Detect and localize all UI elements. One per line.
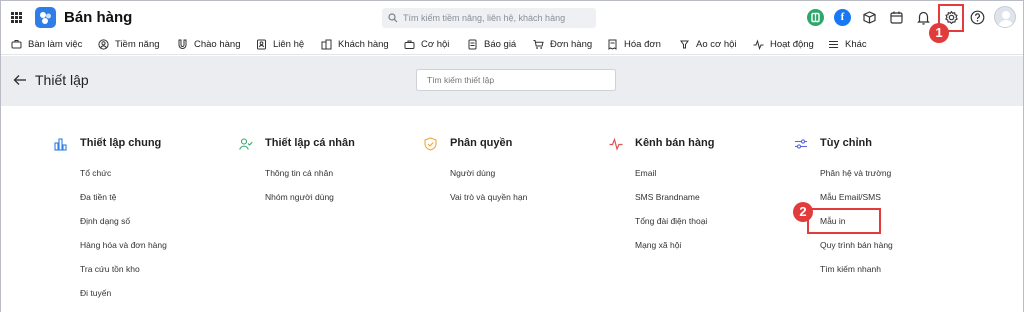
activity-icon — [753, 39, 764, 50]
settings-link[interactable]: Tra cứu tồn kho — [80, 264, 140, 274]
nav-item-activities[interactable]: Hoạt động — [753, 37, 814, 52]
nav-label: Hóa đơn — [624, 39, 661, 50]
settings-link[interactable]: Vai trò và quyền hạn — [450, 192, 527, 202]
avatar[interactable] — [994, 6, 1016, 28]
settings-link[interactable]: Hàng hóa và đơn hàng — [80, 240, 167, 250]
facebook-icon[interactable]: f — [834, 9, 851, 26]
app-window: Bán hàng Tìm kiếm tiềm năng, liên hệ, kh… — [0, 0, 1024, 312]
nav-label: Hoạt động — [770, 39, 814, 50]
settings-link[interactable]: Quy trình bán hàng — [820, 240, 893, 250]
contact-icon — [257, 39, 266, 50]
group-title: Thiết lập cá nhân — [265, 137, 355, 149]
settings-link[interactable]: Đi tuyến — [80, 288, 111, 298]
settings-search-input[interactable] — [416, 69, 616, 91]
magnet-icon — [178, 39, 187, 49]
nav-item-offers[interactable]: Chào hàng — [177, 37, 240, 52]
green-app-icon[interactable] — [807, 9, 824, 26]
settings-link[interactable]: Tổ chức — [80, 168, 111, 178]
nav-item-invoices[interactable]: Hóa đơn — [607, 37, 661, 52]
settings-link[interactable]: Nhóm người dùng — [265, 192, 334, 202]
app-logo — [35, 7, 56, 28]
nav-item-orders[interactable]: Đơn hàng — [533, 37, 592, 52]
nav-label: Báo giá — [484, 39, 517, 50]
nav-label: Chào hàng — [194, 39, 241, 50]
settings-link[interactable]: Email — [635, 168, 656, 178]
settings-link[interactable]: Người dùng — [450, 168, 495, 178]
page-title: Thiết lập — [35, 72, 89, 88]
settings-link[interactable]: Định dạng số — [80, 216, 130, 226]
nav-item-opportunity-pool[interactable]: Ao cơ hội — [679, 37, 737, 52]
pulse-icon — [609, 137, 623, 151]
nav-label: Ao cơ hội — [696, 39, 737, 50]
shield-icon — [424, 137, 437, 151]
group-title: Kênh bán hàng — [635, 137, 715, 149]
module-nav: Bàn làm việc Tiềm năng Chào hàng Liên hệ… — [1, 34, 1023, 55]
building-icon — [321, 39, 332, 50]
nav-item-customers[interactable]: Khách hàng — [321, 37, 389, 52]
highlight-box-print-templates — [807, 208, 881, 234]
nav-label: Liên hệ — [273, 39, 305, 50]
nav-item-quotes[interactable]: Báo giá — [467, 37, 516, 52]
group-title: Phân quyền — [450, 137, 513, 149]
back-arrow-icon[interactable] — [13, 74, 27, 86]
quote-icon — [468, 39, 477, 50]
calendar-icon[interactable] — [888, 9, 905, 26]
settings-link[interactable]: Tìm kiếm nhanh — [820, 264, 881, 274]
briefcase-icon — [404, 40, 415, 49]
nav-item-opportunities[interactable]: Cơ hội — [404, 37, 449, 52]
global-search[interactable]: Tìm kiếm tiềm năng, liên hệ, khách hàng — [382, 8, 596, 28]
nav-label: Cơ hội — [421, 39, 450, 50]
bell-icon[interactable] — [915, 9, 932, 26]
person-icon — [98, 39, 109, 50]
step-badge-2: 2 — [793, 202, 813, 222]
user-check-icon — [239, 138, 253, 150]
nav-item-more[interactable]: Khác — [828, 37, 867, 52]
invoice-icon — [608, 39, 617, 50]
desk-icon — [11, 40, 22, 49]
top-bar: Bán hàng Tìm kiếm tiềm năng, liên hệ, kh… — [1, 1, 1023, 43]
cart-icon — [533, 40, 544, 49]
nav-label: Đơn hàng — [550, 39, 593, 50]
nav-item-leads[interactable]: Tiềm năng — [98, 37, 160, 52]
settings-header: Thiết lập — [1, 56, 1023, 106]
app-title: Bán hàng — [64, 9, 133, 26]
settings-link[interactable]: Tổng đài điện thoại — [635, 216, 707, 226]
nav-label: Tiềm năng — [115, 39, 160, 50]
chart-icon — [54, 138, 67, 151]
nav-label: Bàn làm việc — [28, 39, 83, 50]
settings-link[interactable]: SMS Brandname — [635, 192, 700, 202]
settings-link[interactable]: Mẫu Email/SMS — [820, 192, 881, 202]
nav-item-desk[interactable]: Bàn làm việc — [11, 37, 82, 52]
group-title: Thiết lập chung — [80, 137, 162, 149]
search-icon — [388, 13, 398, 23]
settings-link[interactable]: Thông tin cá nhân — [265, 168, 333, 178]
nav-label: Khách hàng — [338, 39, 389, 50]
pool-icon — [680, 40, 689, 49]
sliders-icon — [795, 139, 807, 149]
global-search-placeholder: Tìm kiếm tiềm năng, liên hệ, khách hàng — [403, 13, 566, 23]
settings-link[interactable]: Phân hệ và trường — [820, 168, 891, 178]
menu-icon — [829, 41, 838, 48]
settings-link[interactable]: Đa tiền tệ — [80, 192, 116, 202]
box-icon[interactable] — [861, 9, 878, 26]
nav-label: Khác — [845, 39, 867, 50]
apps-grid-icon[interactable] — [11, 12, 22, 23]
settings-link[interactable]: Mạng xã hội — [635, 240, 681, 250]
group-title: Tùy chỉnh — [820, 137, 872, 149]
help-icon[interactable] — [969, 9, 986, 26]
nav-item-contacts[interactable]: Liên hệ — [256, 37, 304, 52]
